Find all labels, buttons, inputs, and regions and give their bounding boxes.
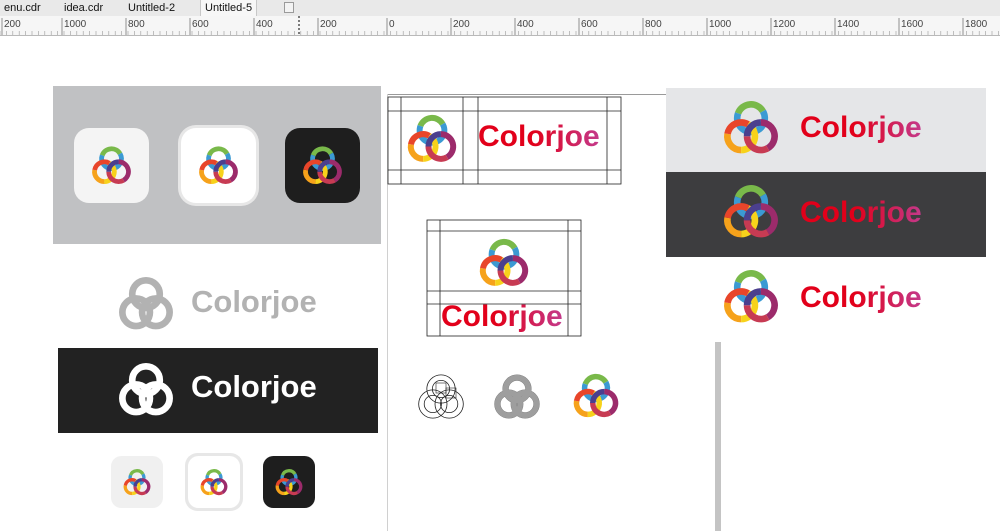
ruler-tick-label: 800 xyxy=(645,19,662,30)
construction-rings-horizontal xyxy=(407,114,457,162)
ruler-tick-label: 200 xyxy=(320,19,337,30)
construction-rings-stacked xyxy=(479,238,529,286)
drawing-canvas[interactable]: Colorjoe Colorjoe Colorjoe Colorjoe Colo… xyxy=(0,36,1000,531)
rings-white-panel xyxy=(724,270,778,323)
horizontal-ruler[interactable]: 200 1000 800 600 400 200 0 200 400 600 800 1000 1200… xyxy=(0,16,1000,36)
ruler-tick-label: 600 xyxy=(192,19,209,30)
outline-rings-icon xyxy=(418,374,464,419)
ruler-tick-label: 1000 xyxy=(64,19,87,30)
ruler-tick-label: 1000 xyxy=(709,19,732,30)
gray-fill-rings-icon xyxy=(494,374,540,419)
ruler-tick-label: 400 xyxy=(517,19,534,30)
ruler-tick-label: 800 xyxy=(128,19,145,30)
rings-dark-panel xyxy=(724,185,778,238)
rings-light-panel xyxy=(724,101,778,154)
ruler-tick-label: 200 xyxy=(4,19,21,30)
ruler-tick-label: 1800 xyxy=(965,19,988,30)
artwork-layer xyxy=(74,96,778,511)
document-tab-bar: enu.cdr idea.cdr Untitled-2 Untitled-5 xyxy=(0,0,1000,17)
white-rings-icon xyxy=(119,363,173,416)
ruler-tick-label: 0 xyxy=(389,19,395,30)
tab-idea[interactable]: idea.cdr xyxy=(60,0,107,16)
tab-enu[interactable]: enu.cdr xyxy=(0,0,45,16)
tab-untitled-5[interactable]: Untitled-5 xyxy=(200,0,258,16)
ruler-tick-label: 200 xyxy=(453,19,470,30)
new-tab-icon[interactable] xyxy=(284,2,294,13)
ruler-tick-label: 400 xyxy=(256,19,273,30)
final-color-rings-icon xyxy=(573,373,619,418)
ruler-tick-label: 600 xyxy=(581,19,598,30)
tab-untitled-2[interactable]: Untitled-2 xyxy=(124,0,179,16)
ruler-tick-label: 1400 xyxy=(837,19,860,30)
ruler-scale: 200 1000 800 600 400 200 0 200 400 600 800 1000 1200… xyxy=(0,16,999,35)
ruler-tick-label: 1200 xyxy=(773,19,796,30)
gray-rings-icon xyxy=(119,277,173,330)
ruler-tick-label: 1600 xyxy=(901,19,924,30)
